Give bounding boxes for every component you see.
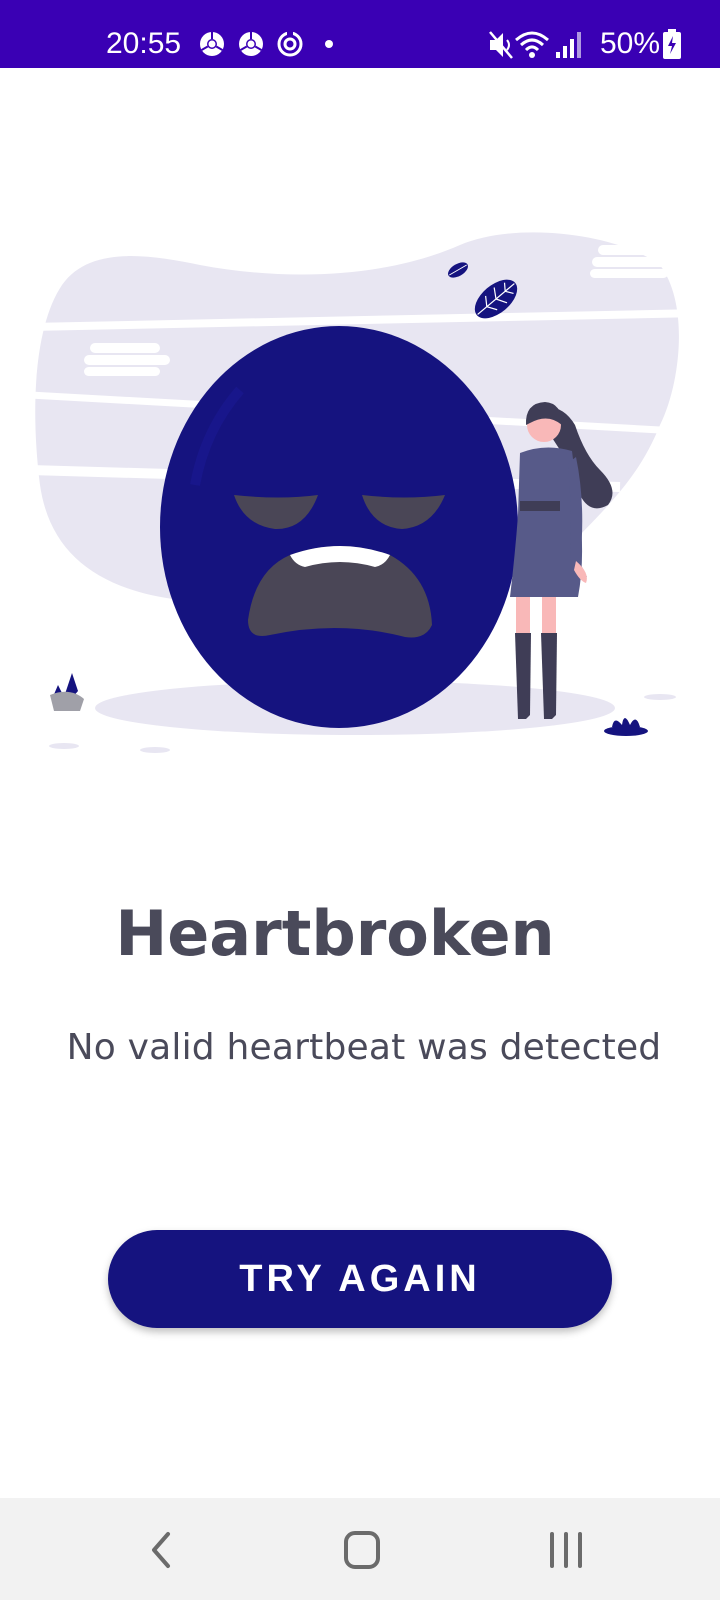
notification-icons [200, 31, 333, 57]
plant-icon [604, 718, 648, 736]
try-again-button[interactable]: TRY AGAIN [108, 1230, 612, 1328]
page-subtitle: No valid heartbeat was detected [66, 1027, 662, 1068]
battery-percentage: 50% [600, 27, 661, 60]
recents-icon[interactable] [536, 1528, 596, 1572]
cloud-left [84, 343, 170, 376]
wifi-icon [515, 31, 549, 58]
chrome-icon [239, 32, 263, 56]
mute-icon [489, 31, 513, 59]
plant-icon [50, 673, 84, 711]
chrome-icon [200, 32, 224, 56]
sync-icon [277, 31, 303, 57]
battery-charging-icon [663, 29, 681, 59]
signal-icon [556, 32, 581, 58]
back-icon[interactable] [132, 1528, 192, 1572]
status-time: 20:55 [106, 27, 182, 60]
dot-icon [325, 40, 333, 48]
heartbroken-illustration [29, 232, 701, 753]
home-icon[interactable] [332, 1528, 392, 1572]
status-bar: 20:55 50% [0, 0, 720, 68]
page-title: Heartbroken [115, 897, 555, 970]
sad-face-icon [160, 326, 518, 728]
navigation-bar [0, 1498, 720, 1600]
system-status-icons [489, 31, 581, 59]
cloud-right [590, 245, 672, 278]
